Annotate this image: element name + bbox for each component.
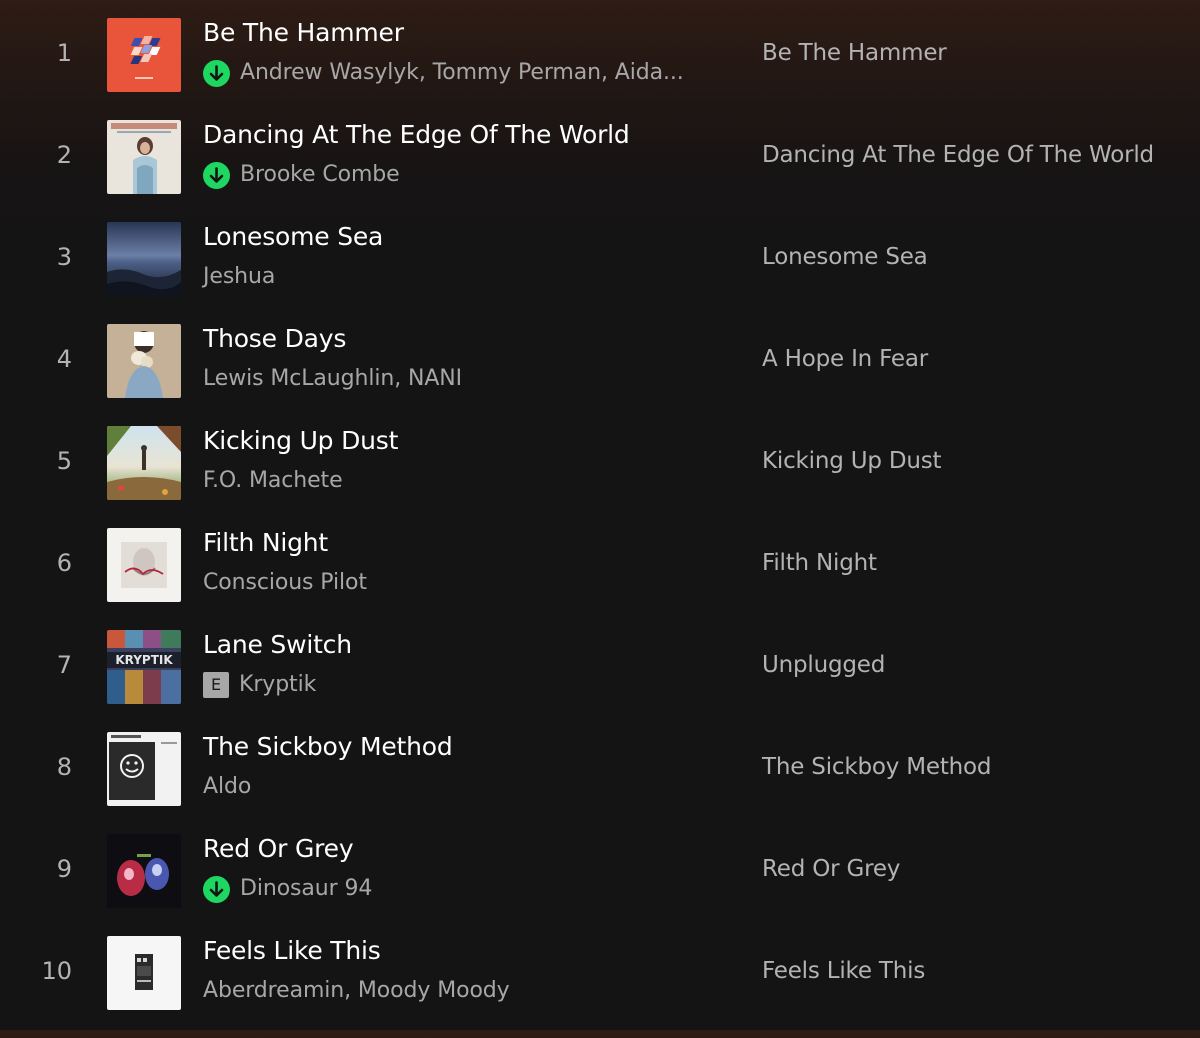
track-artist-line: Aldo [203,772,251,802]
track-title[interactable]: Filth Night [203,527,328,559]
track-artist-line: Jeshua [203,262,275,292]
track-number: 5 [56,447,72,475]
album-cover-be-the-hammer[interactable] [107,18,181,92]
album-cover-kicking-up-dust[interactable] [107,426,181,500]
track-artist[interactable]: Aldo [203,773,251,801]
track-number: 7 [56,651,72,679]
track-album[interactable]: Filth Night [762,548,877,578]
track-row-3[interactable]: 3 Lonesome Sea Jeshua Lonesome Sea [0,222,1200,324]
track-row-4[interactable]: 4 Those Days Lewis McLaughlin, NANI A Ho… [0,324,1200,426]
track-artist[interactable]: Conscious Pilot [203,569,367,597]
track-album[interactable]: Unplugged [762,650,885,680]
track-artist[interactable]: Brooke Combe [240,161,400,189]
album-cover-a-hope-in-fear[interactable] [107,324,181,398]
track-number: 2 [56,141,72,169]
track-album[interactable]: Dancing At The Edge Of The World [762,140,1154,170]
track-title[interactable]: Dancing At The Edge Of The World [203,119,630,151]
track-artist[interactable]: Kryptik [239,671,316,699]
track-number: 1 [56,39,72,67]
track-artist-line: Aberdreamin, Moody Moody [203,976,510,1006]
track-artist-line: Brooke Combe [203,160,400,190]
track-number: 9 [56,855,72,883]
track-number: 8 [56,753,72,781]
track-title[interactable]: Lane Switch [203,629,352,661]
track-title[interactable]: Red Or Grey [203,833,354,865]
track-album[interactable]: Red Or Grey [762,854,900,884]
track-album[interactable]: The Sickboy Method [762,752,992,782]
track-title[interactable]: Lonesome Sea [203,221,383,253]
track-list: 1 Be The Hammer Andrew Wasylyk, Tommy Pe… [0,0,1200,1030]
download-arrow-icon [203,59,230,87]
track-title[interactable]: Those Days [203,323,346,355]
track-artist[interactable]: Dinosaur 94 [240,875,372,903]
track-row-7[interactable]: 7 KRYPTIK Lane Switch E Kryptik Unplugge… [0,630,1200,732]
album-cover-filth-night[interactable] [107,528,181,602]
track-row-9[interactable]: 9 Red Or Grey Dinosaur 94 Red Or Grey [0,834,1200,936]
download-arrow-icon [203,161,230,189]
track-row-5[interactable]: 5 Kicking Up Dust F.O. Machete Kicking U… [0,426,1200,528]
track-artist-line: F.O. Machete [203,466,343,496]
track-row-1[interactable]: 1 Be The Hammer Andrew Wasylyk, Tommy Pe… [0,18,1200,120]
album-cover-feels-like-this[interactable] [107,936,181,1010]
cover-text-kryptik: KRYPTIK [115,653,173,667]
album-cover-lonesome-sea[interactable] [107,222,181,296]
album-cover-unplugged[interactable]: KRYPTIK [107,630,181,704]
track-album[interactable]: A Hope In Fear [762,344,928,374]
track-title[interactable]: Kicking Up Dust [203,425,398,457]
album-cover-the-sickboy-method[interactable] [107,732,181,806]
track-artist[interactable]: Lewis McLaughlin, NANI [203,365,462,393]
track-row-6[interactable]: 6 Filth Night Conscious Pilot Filth Nigh… [0,528,1200,630]
album-cover-red-or-grey[interactable] [107,834,181,908]
album-cover-dancing-at-the-edge[interactable] [107,120,181,194]
track-row-10[interactable]: 10 Feels Like This Aberdreamin, Moody Mo… [0,936,1200,1038]
track-album[interactable]: Feels Like This [762,956,925,986]
track-artist-line: Lewis McLaughlin, NANI [203,364,462,394]
track-artist-line: Dinosaur 94 [203,874,372,904]
track-artist[interactable]: F.O. Machete [203,467,343,495]
track-number: 10 [41,957,72,985]
track-number: 3 [56,243,72,271]
download-arrow-icon [203,875,230,903]
track-album[interactable]: Kicking Up Dust [762,446,942,476]
track-artist[interactable]: Aberdreamin, Moody Moody [203,977,510,1005]
track-number: 4 [56,345,72,373]
track-artist-line: E Kryptik [203,670,316,700]
track-title[interactable]: Feels Like This [203,935,381,967]
track-row-8[interactable]: 8 The Sickboy Method Aldo The Sickboy Me… [0,732,1200,834]
track-number: 6 [56,549,72,577]
track-artist-line: Andrew Wasylyk, Tommy Perman, Aida... [203,58,684,88]
track-title[interactable]: Be The Hammer [203,17,404,49]
track-title[interactable]: The Sickboy Method [203,731,453,763]
track-artist[interactable]: Andrew Wasylyk, Tommy Perman, Aida... [240,59,684,87]
track-album[interactable]: Lonesome Sea [762,242,928,272]
explicit-badge: E [203,672,229,698]
track-row-2[interactable]: 2 Dancing At The Edge Of The World Brook… [0,120,1200,222]
track-artist-line: Conscious Pilot [203,568,367,598]
track-album[interactable]: Be The Hammer [762,38,947,68]
track-artist[interactable]: Jeshua [203,263,275,291]
